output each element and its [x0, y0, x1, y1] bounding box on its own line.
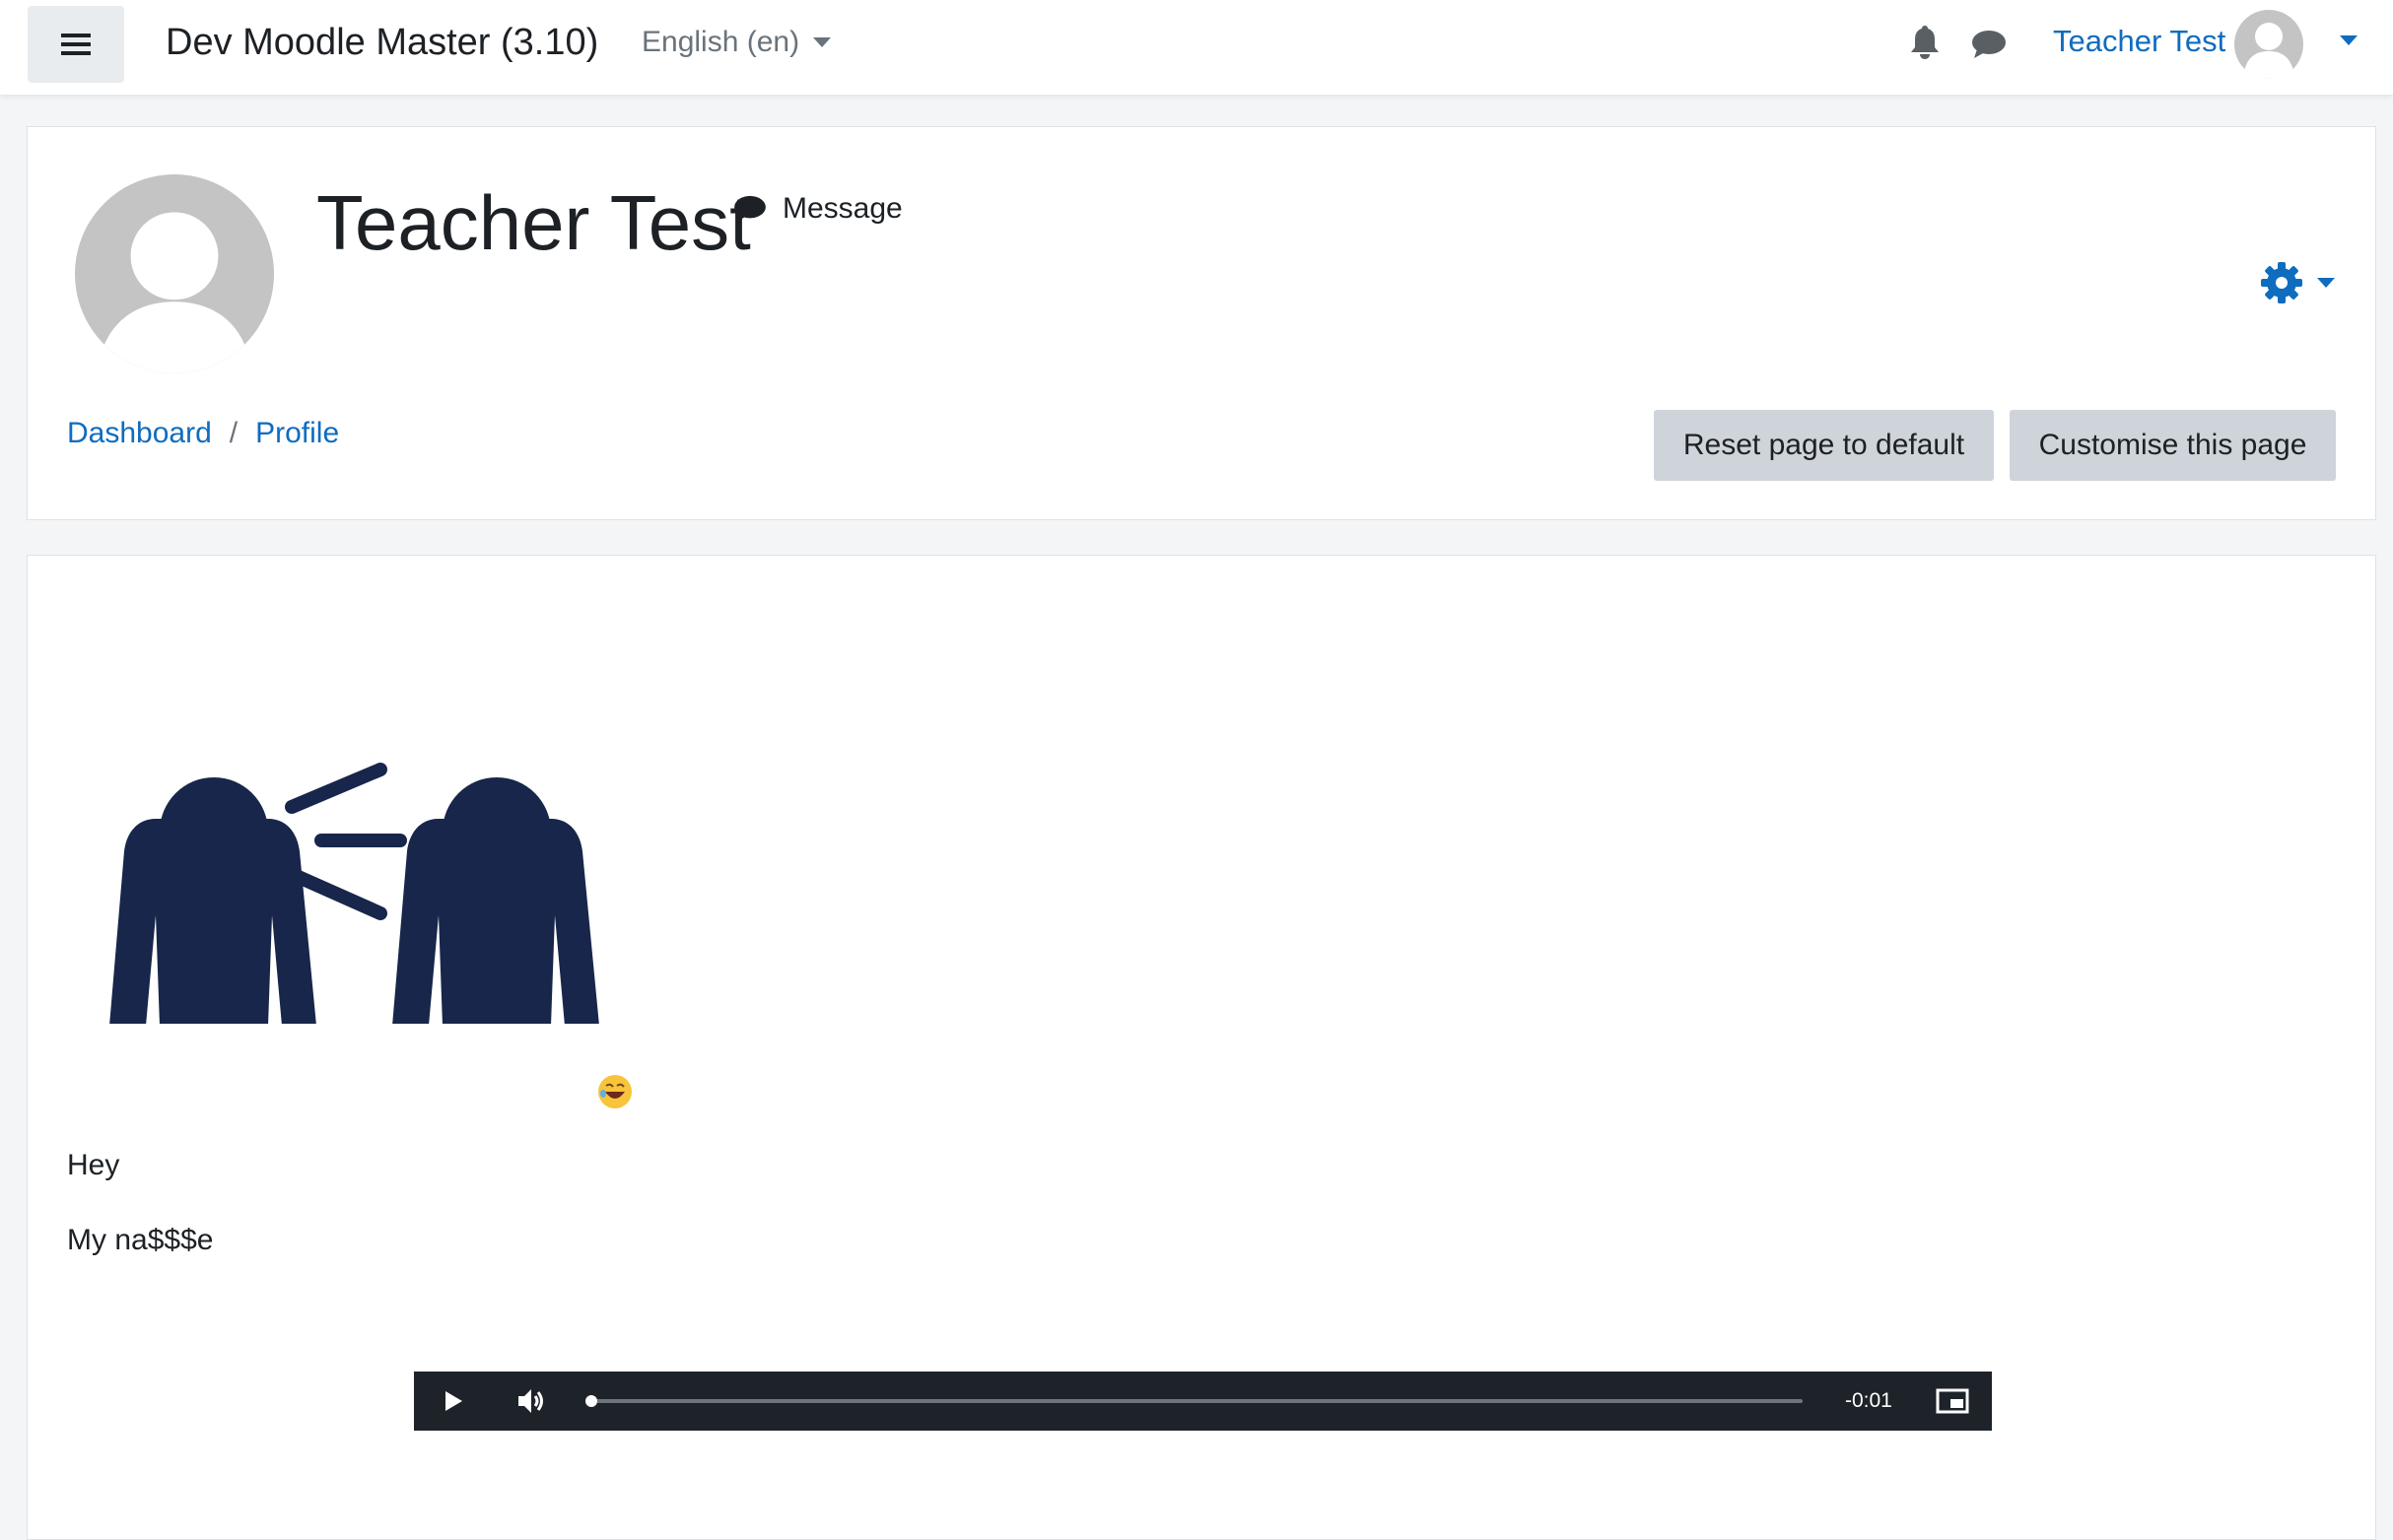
- progress-track[interactable]: [587, 1399, 1803, 1403]
- profile-avatar: [75, 174, 274, 373]
- site-name[interactable]: Dev Moodle Master (3.10): [166, 22, 598, 64]
- picture-in-picture-icon[interactable]: [1936, 1388, 1969, 1414]
- top-navbar: Dev Moodle Master (3.10) English (en) Te…: [0, 0, 2393, 95]
- profile-content-card: Hey My na$$$e -0:01: [27, 555, 2376, 1540]
- hamburger-icon: [61, 33, 91, 55]
- speaking-people-illustration: [109, 763, 599, 1024]
- language-menu[interactable]: English (en): [642, 26, 832, 59]
- user-menu-chevron-icon[interactable]: [2340, 35, 2358, 45]
- message-icon: [734, 195, 766, 223]
- content-text-line: Hey: [67, 1149, 120, 1181]
- language-label: English (en): [642, 26, 800, 58]
- chat-icon[interactable]: [1971, 30, 2007, 59]
- chevron-down-icon: [813, 37, 832, 47]
- customise-page-button[interactable]: Customise this page: [2010, 410, 2336, 481]
- bell-icon[interactable]: [1909, 24, 1941, 61]
- breadcrumb-dashboard[interactable]: Dashboard: [67, 417, 212, 450]
- reset-page-button[interactable]: Reset page to default: [1654, 410, 1994, 481]
- avatar[interactable]: [2234, 10, 2303, 79]
- breadcrumb-separator: /: [229, 417, 239, 449]
- message-label: Message: [783, 192, 903, 225]
- message-link[interactable]: Message: [733, 192, 903, 226]
- gear-icon: [2261, 262, 2302, 303]
- play-icon[interactable]: [442, 1388, 465, 1414]
- remaining-time: -0:01: [1845, 1389, 1892, 1412]
- media-player: -0:01: [414, 1372, 1992, 1431]
- breadcrumb-profile[interactable]: Profile: [255, 417, 339, 450]
- user-menu-name[interactable]: Teacher Test: [2053, 24, 2225, 59]
- drawer-toggle-button[interactable]: [28, 6, 124, 83]
- page-title: Teacher Test: [316, 179, 751, 266]
- content-text-line: My na$$$e: [67, 1224, 214, 1256]
- volume-icon[interactable]: [516, 1386, 548, 1416]
- progress-handle[interactable]: [585, 1395, 597, 1407]
- breadcrumb: Dashboard / Profile: [67, 417, 339, 450]
- settings-menu[interactable]: [2260, 261, 2335, 304]
- page-header-card: Teacher Test Message Dashboard / Profile…: [27, 126, 2376, 520]
- laughing-emoji-icon: [598, 1075, 632, 1108]
- chevron-down-icon: [2317, 278, 2335, 288]
